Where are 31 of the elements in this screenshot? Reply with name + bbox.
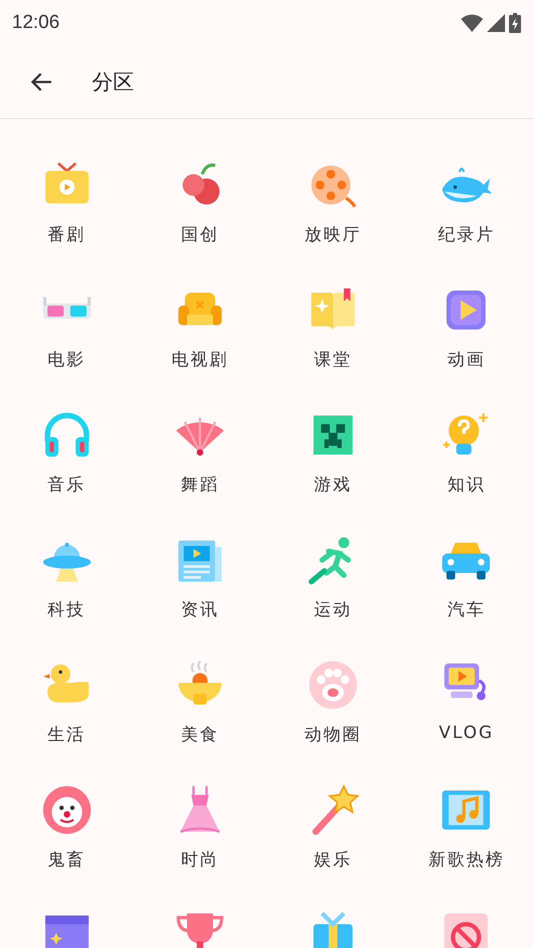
category-label[interactable]: 音乐 <box>48 473 86 496</box>
category-label[interactable]: 资讯 <box>180 598 219 621</box>
category-label[interactable]: VLOG <box>438 723 494 743</box>
category-label[interactable]: 课堂 <box>314 348 352 371</box>
page-title: 分区 <box>92 69 134 96</box>
category-label[interactable]: 电视剧 <box>171 348 228 371</box>
category-label[interactable]: 电影 <box>48 348 86 371</box>
status-time: 12:06 <box>12 12 60 34</box>
category-label[interactable]: 纪录片 <box>438 223 495 246</box>
battery-icon <box>509 13 521 33</box>
category-label[interactable]: 美食 <box>180 723 219 746</box>
category-label[interactable]: 运动 <box>314 598 352 621</box>
category-label[interactable]: 科技 <box>48 598 86 621</box>
category-label[interactable]: 娱乐 <box>314 848 352 871</box>
category-label[interactable]: 知识 <box>447 473 486 496</box>
category-label[interactable]: 鬼畜 <box>48 848 86 871</box>
category-label[interactable]: 动画 <box>447 348 486 371</box>
category-label[interactable]: 番剧 <box>48 223 86 246</box>
category-label[interactable]: 动物圈 <box>304 723 362 746</box>
category-label[interactable]: 时尚 <box>180 848 219 871</box>
category-label[interactable]: 生活 <box>48 723 86 746</box>
paw-icon <box>307 659 360 711</box>
category-label[interactable]: 新歌热榜 <box>428 848 504 871</box>
category-label[interactable]: 放映厅 <box>304 223 362 246</box>
wifi-icon <box>461 14 483 32</box>
clown-face-icon <box>40 784 93 836</box>
category-label[interactable]: 舞蹈 <box>180 473 219 496</box>
category-label[interactable]: 国创 <box>180 223 219 246</box>
category-label[interactable]: 汽车 <box>447 598 486 621</box>
category-label[interactable]: 游戏 <box>314 473 352 496</box>
signal-icon <box>487 14 505 32</box>
